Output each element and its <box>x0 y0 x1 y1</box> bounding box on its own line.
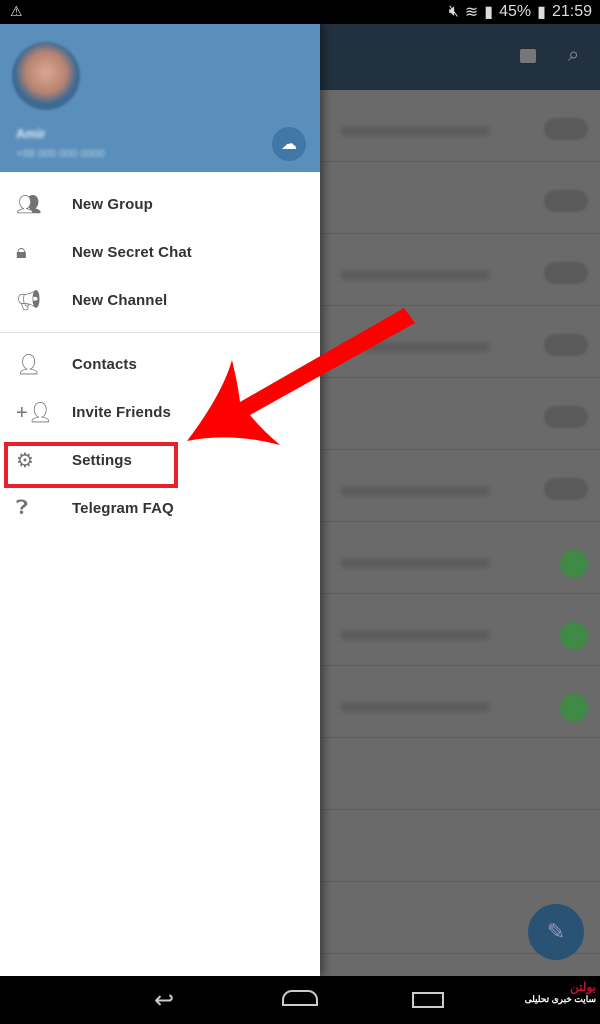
chat-row[interactable] <box>320 378 600 450</box>
lock-icon: 🔒︎ <box>16 240 27 263</box>
help-icon: ❓︎ <box>16 496 29 519</box>
menu-label: Contacts <box>72 355 137 373</box>
wifi-icon: ≋ <box>464 4 479 21</box>
menu-telegram-faq[interactable]: ❓︎ Telegram FAQ <box>0 484 320 532</box>
add-person-icon: +👤︎ <box>16 401 54 424</box>
menu-contacts[interactable]: 👤︎ Contacts <box>0 340 320 388</box>
status-bar: ⚠ 🔇︎ ≋ ▮ 45% ▮ 21:59 <box>0 0 600 24</box>
user-name: Amir <box>16 126 46 141</box>
back-button[interactable]: ↩ <box>154 986 174 1015</box>
menu-invite-friends[interactable]: +👤︎ Invite Friends <box>0 388 320 436</box>
system-nav-bar: ↩ <box>0 976 600 1024</box>
menu-label: New Group <box>72 195 153 213</box>
menu-label: Telegram FAQ <box>72 499 174 517</box>
drawer-header: Amir +98 000 000 0000 ☁ <box>0 24 320 172</box>
battery-icon: ▮ <box>537 4 546 21</box>
search-icon[interactable]: ⌕ <box>568 44 579 67</box>
chat-row[interactable] <box>320 306 600 378</box>
menu-label: Invite Friends <box>72 403 171 421</box>
watermark-logo: بولتن سایت خبری تحلیلی <box>525 980 596 1005</box>
cloud-icon: ☁ <box>281 136 297 153</box>
settings-highlight-box <box>4 442 178 488</box>
divider <box>0 332 320 333</box>
clock: 21:59 <box>551 3 592 20</box>
passcode-lock-icon[interactable] <box>520 49 536 63</box>
menu-new-channel[interactable]: 📢︎ New Channel <box>0 276 320 324</box>
chat-row[interactable] <box>320 162 600 234</box>
menu-new-secret-chat[interactable]: 🔒︎ New Secret Chat <box>0 228 320 276</box>
compose-button[interactable]: ✎ <box>528 904 584 960</box>
battery-level: 45% <box>499 3 532 20</box>
megaphone-icon: 📢︎ <box>16 289 42 312</box>
menu-label: New Secret Chat <box>72 243 192 261</box>
home-button[interactable] <box>282 990 318 1006</box>
watermark-tagline: سایت خبری تحلیلی <box>524 994 596 1004</box>
saved-messages-button[interactable]: ☁ <box>272 127 306 161</box>
pencil-icon: ✎ <box>546 919 566 944</box>
user-phone: +98 000 000 0000 <box>16 148 106 160</box>
watermark-title: بولتن <box>570 980 596 994</box>
chat-row[interactable] <box>320 666 600 738</box>
group-icon: 👥︎ <box>16 193 42 216</box>
chat-row[interactable] <box>320 810 600 882</box>
recents-button[interactable] <box>412 992 444 1008</box>
chat-row[interactable] <box>320 90 600 162</box>
contact-icon: 👤︎ <box>16 353 42 376</box>
avatar[interactable] <box>12 42 80 110</box>
signal-icon: ▮ <box>484 4 494 21</box>
chat-row[interactable] <box>320 450 600 522</box>
chat-row[interactable] <box>320 738 600 810</box>
chat-list-background: ⌕ <box>320 24 600 976</box>
warning-icon: ⚠ <box>10 3 23 19</box>
chat-row[interactable] <box>320 522 600 594</box>
menu-new-group[interactable]: 👥︎ New Group <box>0 180 320 228</box>
menu-label: New Channel <box>72 291 168 309</box>
navigation-drawer: Amir +98 000 000 0000 ☁ 👥︎ New Group 🔒︎ Ne… <box>0 24 320 976</box>
app-bar: ⌕ <box>320 24 600 90</box>
mute-icon: 🔇︎ <box>448 3 459 20</box>
chat-row[interactable] <box>320 594 600 666</box>
chat-row[interactable] <box>320 234 600 306</box>
